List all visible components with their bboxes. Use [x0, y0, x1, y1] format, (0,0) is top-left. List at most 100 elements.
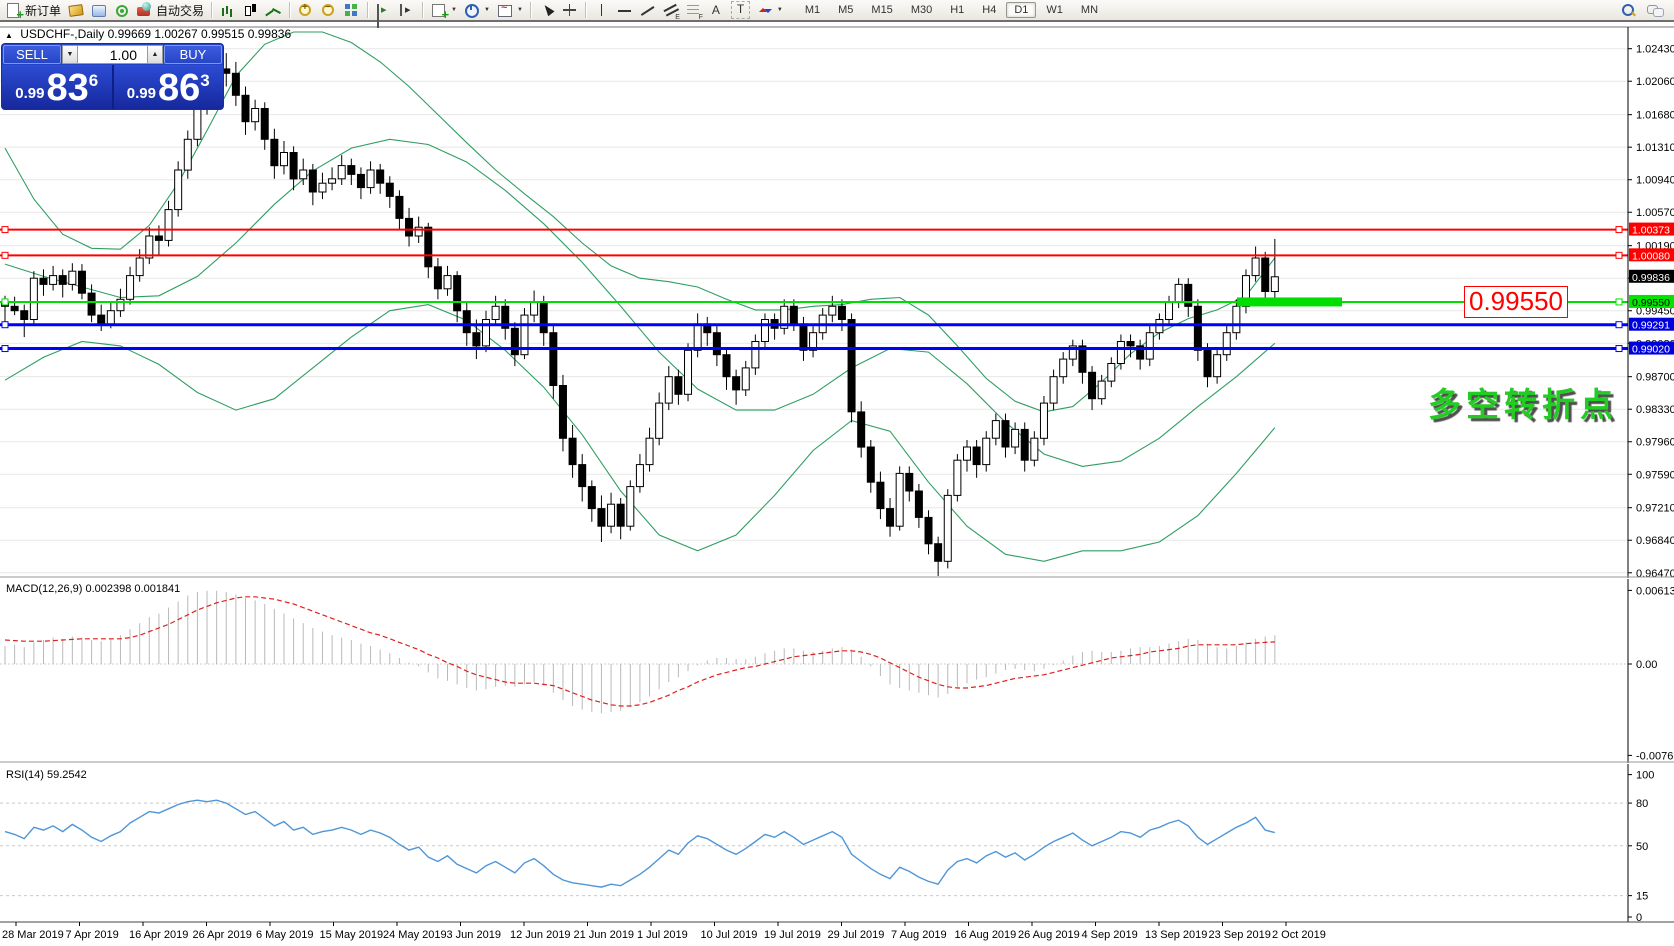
arrows-button[interactable]: ▼ — [753, 1, 786, 19]
signals-icon — [113, 2, 130, 18]
buy-price-big: 86 — [158, 67, 200, 109]
zoom-out-button[interactable] — [317, 1, 340, 19]
new-order-button[interactable]: 新订单 — [2, 1, 64, 19]
svg-text:0.00: 0.00 — [1636, 659, 1657, 671]
timeframe-w1[interactable]: W1 — [1038, 2, 1071, 18]
horizontal-line[interactable] — [0, 227, 1628, 233]
date-label: 26 Apr 2019 — [193, 929, 252, 941]
template-icon — [496, 2, 513, 18]
timeframe-h4[interactable]: H4 — [974, 2, 1004, 18]
chat-icon[interactable] — [1647, 2, 1664, 18]
candle — [50, 276, 57, 285]
horizontal-line[interactable] — [0, 322, 1628, 328]
volume-input[interactable] — [78, 45, 147, 64]
candle — [444, 276, 451, 289]
turning-point-annotation[interactable]: 多空转折点 — [1428, 378, 1618, 426]
candle — [1002, 421, 1009, 447]
line-chart-button[interactable] — [262, 1, 285, 19]
chart-shift-icon — [398, 2, 415, 18]
date-label: 13 Sep 2019 — [1145, 929, 1207, 941]
horizontal-line[interactable] — [0, 297, 1628, 306]
candle — [1040, 403, 1047, 438]
candle — [59, 276, 66, 285]
chart-shift-button[interactable] — [395, 1, 418, 19]
buy-button[interactable]: BUY — [164, 45, 222, 64]
price-badge: 1.00373 — [1629, 223, 1674, 237]
timeframe-mn[interactable]: MN — [1073, 2, 1106, 18]
timeframe-h1[interactable]: H1 — [942, 2, 972, 18]
volume-increase-button[interactable]: ▲ — [147, 45, 163, 64]
candle — [675, 377, 682, 395]
volume-spinner: ▼ ▲ — [62, 45, 163, 64]
bar-chart-button[interactable] — [216, 1, 239, 19]
candle — [1262, 258, 1269, 292]
auto-scroll-button[interactable] — [372, 1, 395, 19]
search-icon[interactable] — [1620, 2, 1637, 18]
chart-symbol-period: USDCHF-,Daily — [20, 27, 104, 41]
rsi-pane: 1008050150RSI(14) 59.2542 — [0, 769, 1654, 924]
fibonacci-button[interactable] — [682, 1, 705, 19]
candle — [511, 328, 518, 354]
candle — [1233, 306, 1240, 332]
channel-button[interactable] — [659, 1, 682, 19]
add-indicator-icon — [430, 2, 447, 18]
timeframe-m5[interactable]: M5 — [830, 2, 861, 18]
candle — [617, 504, 624, 526]
timeframe-toolbar: M1M5M15M30H1H4D1W1MN — [796, 2, 1107, 18]
timeframe-m1[interactable]: M1 — [797, 2, 828, 18]
candle — [848, 320, 855, 412]
candle — [973, 447, 980, 465]
trendline-button[interactable] — [636, 1, 659, 19]
label-button[interactable] — [728, 1, 753, 19]
timeframe-d1[interactable]: D1 — [1006, 2, 1036, 18]
collapse-icon[interactable]: ▲ — [5, 31, 13, 40]
candle — [608, 504, 615, 526]
candle — [713, 333, 720, 355]
date-label: 1 Jul 2019 — [637, 929, 688, 941]
text-button[interactable] — [705, 1, 728, 19]
candle — [271, 139, 278, 165]
candle — [954, 460, 961, 495]
candle — [473, 333, 480, 346]
candle — [531, 302, 538, 315]
candle — [1098, 381, 1105, 399]
price-badge: 0.99836 — [1629, 270, 1674, 284]
timeframe-m15[interactable]: M15 — [863, 2, 900, 18]
cursor-button[interactable] — [535, 1, 558, 19]
candle — [665, 377, 672, 403]
channel-icon — [662, 2, 679, 18]
hline-button[interactable] — [613, 1, 636, 19]
svg-text:100: 100 — [1636, 770, 1654, 782]
candle — [11, 306, 18, 310]
price-annotation-label[interactable]: 0.99550 — [1464, 286, 1568, 318]
horizontal-line[interactable] — [0, 252, 1628, 258]
toolbar-button-group: 新订单自动交易▼▼▼▼ — [0, 0, 786, 20]
indicators-button[interactable]: ▼ — [427, 1, 460, 19]
templates-button[interactable]: ▼ — [493, 1, 526, 19]
candle — [232, 73, 239, 95]
sell-price[interactable]: 0.99 83 6 — [2, 65, 112, 109]
crosshair-button[interactable] — [558, 1, 581, 19]
svg-text:0: 0 — [1636, 912, 1642, 924]
data-window-button[interactable] — [87, 1, 110, 19]
candle — [723, 355, 730, 377]
candle — [348, 166, 355, 175]
vline-button[interactable] — [590, 1, 613, 19]
periods-button[interactable]: ▼ — [460, 1, 493, 19]
date-label: 16 Apr 2019 — [129, 929, 188, 941]
candlestick-button[interactable] — [239, 1, 262, 19]
date-label: 16 Aug 2019 — [955, 929, 1017, 941]
price-tick-label: 0.98700 — [1636, 372, 1674, 384]
market-watch-button[interactable] — [64, 1, 87, 19]
timeframe-m30[interactable]: M30 — [903, 2, 940, 18]
price-badge: 0.99291 — [1629, 318, 1674, 332]
zoom-out-icon — [320, 2, 337, 18]
buy-price[interactable]: 0.99 86 3 — [114, 65, 224, 109]
zoom-in-button[interactable] — [294, 1, 317, 19]
sell-button[interactable]: SELL — [3, 45, 61, 64]
tile-windows-button[interactable] — [340, 1, 363, 19]
signals-button[interactable] — [110, 1, 133, 19]
autotrading-button[interactable]: 自动交易 — [133, 1, 207, 19]
volume-decrease-button[interactable]: ▼ — [62, 45, 78, 64]
candle — [636, 465, 643, 487]
